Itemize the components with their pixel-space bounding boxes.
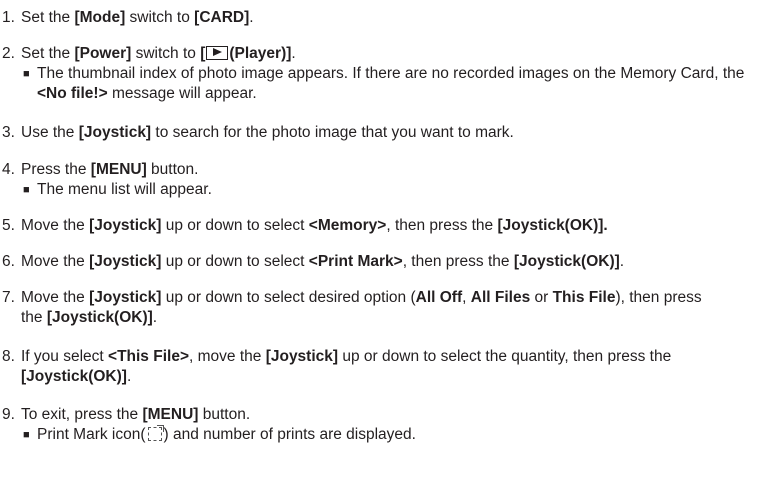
text-run: switch to: [131, 45, 201, 62]
step-number: 2.: [2, 45, 15, 62]
text-run: up or down to select desired option (: [161, 289, 416, 306]
text-run: up or down to select: [161, 217, 309, 234]
text-run: .: [152, 309, 158, 326]
bullet-icon: ■: [23, 184, 30, 196]
text-run-bold: (Player)]: [229, 45, 292, 62]
play-icon: [206, 46, 229, 60]
text-run: , then press the: [402, 253, 514, 270]
text-run: , move the: [189, 348, 266, 365]
text-run-bold: All Files: [470, 289, 531, 306]
text-run: Press the: [21, 161, 91, 178]
text-run: button.: [198, 406, 251, 423]
text-run: Move the: [21, 217, 90, 234]
step-text: If you select <This File>, move the [Joy…: [21, 347, 739, 387]
text-run-bold: [CARD]: [194, 9, 250, 26]
text-run: Print Mark icon(: [37, 426, 146, 443]
step-number: 4.: [2, 161, 15, 178]
text-run-bold: [MENU]: [90, 161, 147, 178]
text-run-bold: [Joystick(OK)].: [497, 217, 608, 234]
text-run-bold: [MENU]: [142, 406, 199, 423]
step-note: ■ The thumbnail index of photo image appe…: [21, 64, 775, 104]
text-run-bold: All Off: [415, 289, 463, 306]
step-note: ■ The menu list will appear.: [21, 180, 775, 200]
text-run: .: [619, 253, 625, 270]
text-run: up or down to select the quantity, then …: [338, 348, 672, 365]
step-text: To exit, press the [MENU] button. ■ Print…: [21, 405, 775, 445]
text-run: .: [249, 9, 254, 26]
step-number: 9.: [2, 406, 15, 423]
step-text: Move the [Joystick] up or down to select…: [21, 252, 779, 272]
step-text: Press the [MENU] button. ■ The menu list …: [21, 160, 775, 200]
step-number: 3.: [2, 124, 15, 141]
text-run: to search for the photo image that you w…: [151, 124, 514, 141]
text-run: Use the: [21, 124, 79, 141]
text-run-bold: <No file!>: [37, 85, 108, 102]
text-run: To exit, press the: [21, 406, 143, 423]
step-text: Move the [Joystick] up or down to select…: [21, 216, 775, 236]
text-run: .: [126, 368, 132, 385]
text-run: The thumbnail index of photo image appea…: [37, 65, 745, 82]
bullet-icon: ■: [23, 429, 30, 441]
text-run: Move the: [21, 253, 90, 270]
step-number: 5.: [2, 217, 15, 234]
text-run: button.: [146, 161, 199, 178]
print-mark-icon: [147, 425, 164, 441]
step-number: 6.: [2, 253, 15, 270]
text-run: ,: [462, 289, 471, 306]
text-run: ) and number of prints are displayed.: [163, 426, 416, 443]
text-run-bold: [: [200, 45, 206, 62]
text-run: .: [291, 45, 296, 62]
text-run: switch to: [125, 9, 195, 26]
text-run-bold: [Joystick]: [265, 348, 339, 365]
text-run: Set the: [21, 9, 75, 26]
text-run-bold: This File: [552, 289, 616, 306]
text-run-bold: [Joystick]: [89, 253, 162, 270]
step-text: Set the [Power] switch to [ (Player)]. ■ T…: [21, 44, 775, 104]
text-run: Set the: [21, 45, 75, 62]
step-note: ■ Print Mark icon( ) and number of prints …: [21, 425, 775, 445]
text-run-bold: [Mode]: [74, 9, 126, 26]
text-run-bold: [Power]: [74, 45, 132, 62]
bullet-icon: ■: [23, 68, 30, 80]
text-run: message will appear.: [107, 85, 257, 102]
text-run: up or down to select: [161, 253, 309, 270]
text-run-bold: [Joystick]: [89, 217, 162, 234]
step-number: 8.: [2, 348, 15, 365]
text-run: If you select: [21, 348, 109, 365]
text-run-bold: [Joystick(OK)]: [513, 253, 620, 270]
text-run-bold: [Joystick(OK)]: [46, 309, 153, 326]
step-text: Use the [Joystick] to search for the pho…: [21, 123, 775, 143]
text-run: , then press the: [386, 217, 498, 234]
text-run: The menu list will appear.: [37, 181, 212, 198]
text-run-bold: [Joystick(OK)]: [21, 368, 127, 385]
step-number: 1.: [2, 9, 15, 26]
text-run-bold: <Memory>: [308, 217, 387, 234]
step-text: Set the [Mode] switch to [CARD].: [21, 8, 775, 28]
text-run: or: [530, 289, 553, 306]
text-run-bold: [Joystick]: [89, 289, 162, 306]
step-text: Move the [Joystick] up or down to select…: [21, 288, 709, 328]
text-run-bold: [Joystick]: [78, 124, 152, 141]
text-run: Move the: [21, 289, 90, 306]
text-run-bold: <This File>: [108, 348, 189, 365]
step-number: 7.: [2, 289, 15, 306]
text-run-bold: <Print Mark>: [308, 253, 403, 270]
